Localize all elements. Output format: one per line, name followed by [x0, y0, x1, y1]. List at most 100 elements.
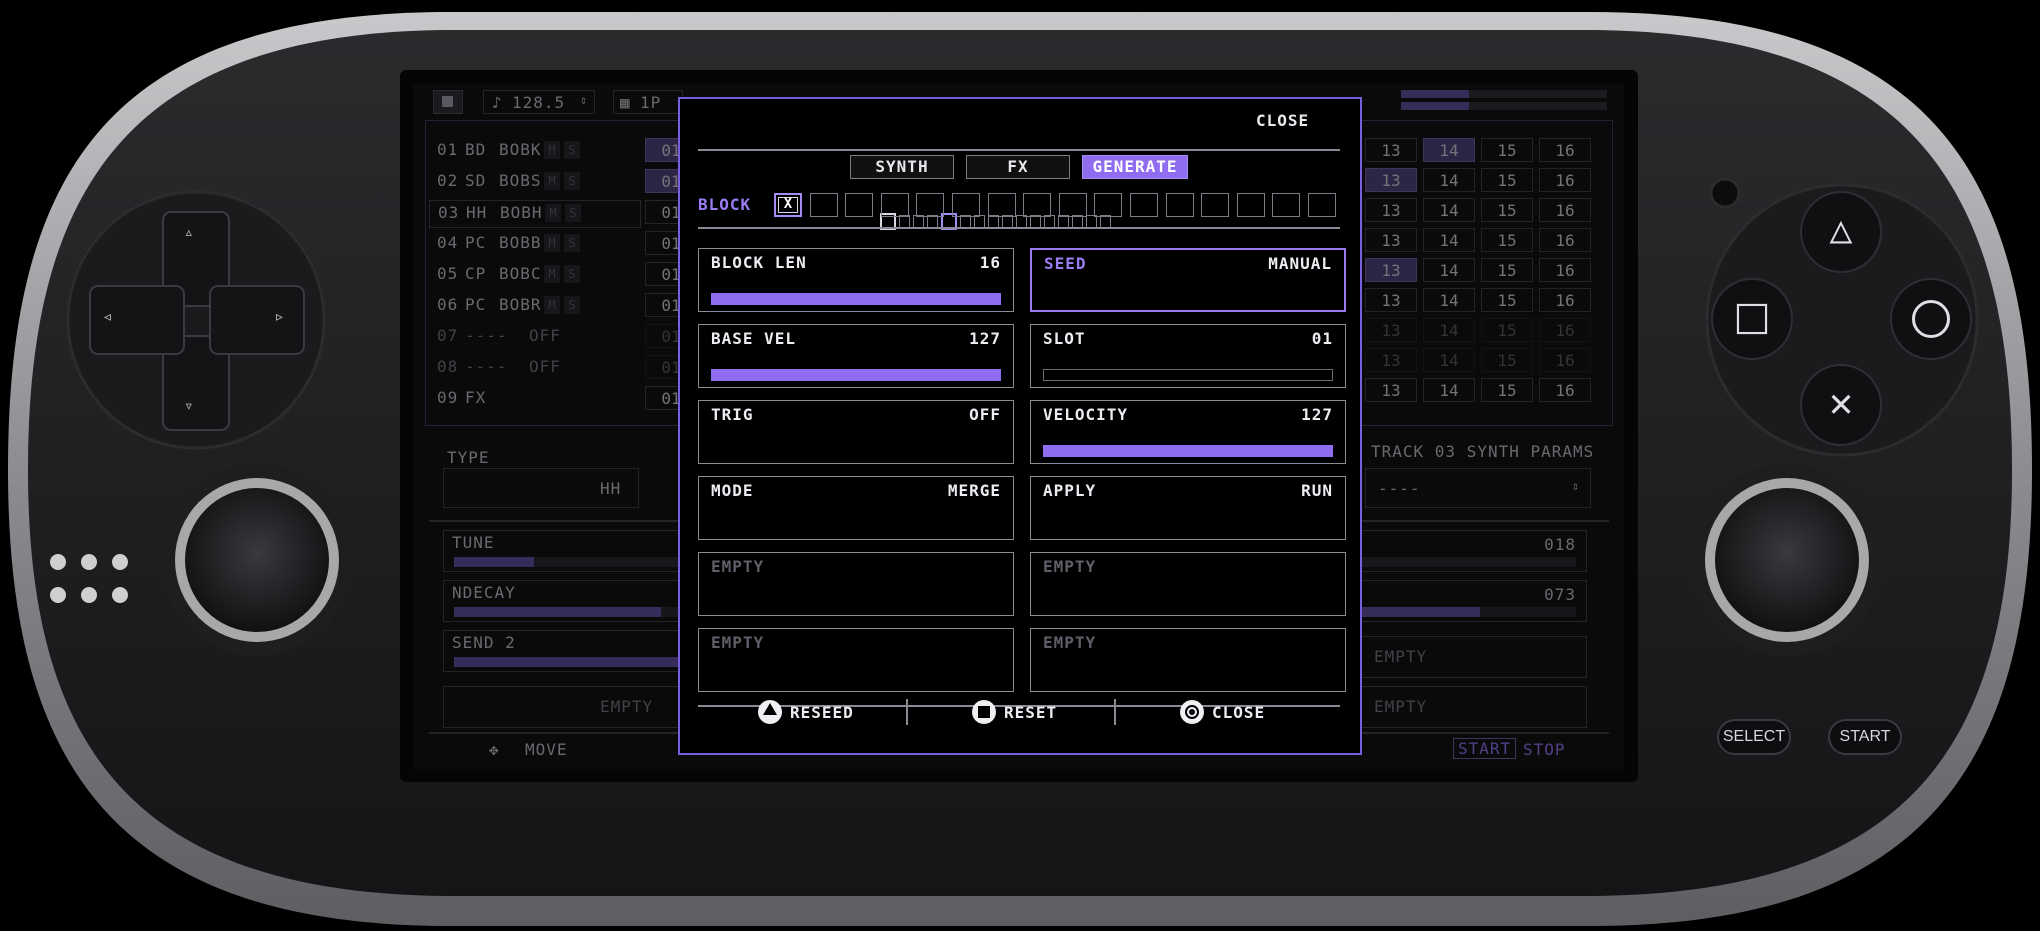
solo-button[interactable]: S	[564, 265, 580, 283]
step-cell[interactable]: 15	[1481, 198, 1533, 222]
step-cell[interactable]: 13	[1365, 288, 1417, 312]
param-apply[interactable]: APPLY RUN	[1030, 476, 1346, 540]
mute-button[interactable]: M	[544, 296, 560, 314]
step-cell[interactable]: 16	[1539, 288, 1591, 312]
tempo-field[interactable]: ♪ 128.5 ⇕	[483, 90, 595, 114]
params-selector[interactable]: ---- ⇕	[1365, 468, 1591, 508]
mute-button[interactable]: M	[544, 141, 560, 159]
block-slot[interactable]	[809, 193, 838, 217]
track-row[interactable]: 07 ---- OFF	[429, 324, 639, 350]
step-cell[interactable]: 14	[1423, 348, 1475, 372]
block-slot[interactable]	[1023, 193, 1052, 217]
dpad-left-icon[interactable]: ◃	[102, 306, 113, 327]
tab-synth[interactable]: SYNTH	[850, 155, 954, 179]
block-slot[interactable]	[1272, 193, 1301, 217]
param-slot[interactable]: SLOT 01	[1030, 324, 1346, 388]
step-cell[interactable]: 15	[1481, 258, 1533, 282]
block-slot[interactable]	[1165, 193, 1194, 217]
block-slot[interactable]	[916, 193, 945, 217]
step-cell[interactable]: 13	[1365, 378, 1417, 402]
step-cell[interactable]: 16	[1539, 198, 1591, 222]
reset-button[interactable]: RESET	[972, 699, 1057, 725]
param-slider[interactable]	[1043, 369, 1333, 381]
step-cell[interactable]: 15	[1481, 168, 1533, 192]
step-cell[interactable]: 16	[1539, 318, 1591, 342]
step-cell[interactable]: 15	[1481, 138, 1533, 162]
track-row[interactable]: 01 BD BOBK M S	[429, 138, 639, 164]
dpad-down-icon[interactable]: ▿	[184, 396, 194, 415]
step-cell[interactable]: 14	[1423, 318, 1475, 342]
step-cell[interactable]: 15	[1481, 318, 1533, 342]
solo-button[interactable]: S	[564, 172, 580, 190]
close-link[interactable]: CLOSE	[1256, 111, 1309, 130]
step-cell[interactable]: 14	[1423, 198, 1475, 222]
step-cell[interactable]: 13	[1365, 138, 1417, 162]
stop-label[interactable]: STOP	[1523, 740, 1566, 759]
track-row[interactable]: 08 ---- OFF	[429, 355, 639, 381]
mute-button[interactable]: M	[544, 265, 560, 283]
start-button[interactable]: START	[1829, 728, 1901, 746]
step-cell[interactable]: 15	[1481, 348, 1533, 372]
solo-button[interactable]: S	[564, 234, 580, 252]
dpad-up-icon[interactable]: ▵	[184, 222, 194, 241]
solo-button[interactable]: S	[564, 296, 580, 314]
track-row[interactable]: 05 CP BOBC M S	[429, 262, 639, 288]
track-row[interactable]: 09 FX	[429, 386, 639, 412]
start-label[interactable]: START	[1453, 738, 1517, 759]
block-slot[interactable]	[1308, 193, 1336, 217]
mute-button[interactable]: M	[544, 172, 560, 190]
block-slot[interactable]	[987, 193, 1016, 217]
cross-button-icon[interactable]: ✕	[1818, 380, 1864, 426]
param-mode[interactable]: MODE MERGE	[698, 476, 1014, 540]
step-cell[interactable]: 14	[1423, 228, 1475, 252]
close-button[interactable]: CLOSE	[1180, 699, 1265, 725]
step-cell[interactable]: 16	[1539, 138, 1591, 162]
step-cell[interactable]: 16	[1539, 228, 1591, 252]
block-slot[interactable]	[1236, 193, 1265, 217]
step-cell[interactable]: 13	[1365, 318, 1417, 342]
step-cell[interactable]: 16	[1539, 168, 1591, 192]
step-cell[interactable]: 13	[1365, 228, 1417, 252]
step-cell[interactable]: 14	[1423, 168, 1475, 192]
step-cell[interactable]: 14	[1423, 378, 1475, 402]
tab-fx[interactable]: FX	[966, 155, 1070, 179]
step-cell[interactable]: 13	[1365, 168, 1417, 192]
step-cell[interactable]: 13	[1365, 258, 1417, 282]
pattern-field[interactable]: ▦ 1P	[613, 90, 683, 114]
step-cell[interactable]: 16	[1539, 258, 1591, 282]
circle-button-icon[interactable]	[1912, 300, 1950, 338]
square-button-icon[interactable]	[1736, 303, 1768, 335]
track-row[interactable]: 04 PC BOBB M S	[429, 231, 639, 257]
param-base-vel[interactable]: BASE VEL 127	[698, 324, 1014, 388]
track-row[interactable]: 06 PC BOBR M S	[429, 293, 639, 319]
param-velocity[interactable]: VELOCITY 127	[1030, 400, 1346, 464]
reseed-button[interactable]: RESEED	[758, 699, 854, 725]
stop-button[interactable]	[433, 90, 463, 114]
select-button[interactable]: SELECT	[1718, 728, 1790, 746]
type-selector[interactable]: HH	[443, 468, 639, 508]
step-cell[interactable]: 14	[1423, 288, 1475, 312]
block-slot[interactable]: X	[774, 193, 802, 217]
param-trig[interactable]: TRIG OFF	[698, 400, 1014, 464]
step-cell[interactable]: 15	[1481, 228, 1533, 252]
block-slot[interactable]	[952, 193, 980, 217]
param-slider[interactable]	[711, 369, 1001, 381]
param-block-len[interactable]: BLOCK LEN 16	[698, 248, 1014, 312]
step-cell[interactable]: 13	[1365, 198, 1417, 222]
triangle-button-icon[interactable]: △	[1818, 206, 1864, 252]
block-slot[interactable]	[880, 193, 909, 217]
step-cell[interactable]: 14	[1423, 138, 1475, 162]
param-seed[interactable]: SEED MANUAL	[1030, 248, 1346, 312]
step-cell[interactable]: 14	[1423, 258, 1475, 282]
track-row[interactable]: 03 HH BOBH M S	[429, 200, 641, 228]
block-slot[interactable]	[1058, 193, 1087, 217]
step-cell[interactable]: 15	[1481, 378, 1533, 402]
mute-button[interactable]: M	[545, 204, 561, 222]
track-row[interactable]: 02 SD BOBS M S	[429, 169, 639, 195]
mute-button[interactable]: M	[544, 234, 560, 252]
block-slot[interactable]	[1094, 193, 1123, 217]
step-cell[interactable]: 13	[1365, 348, 1417, 372]
block-slot[interactable]	[1130, 193, 1158, 217]
step-cell[interactable]: 16	[1539, 378, 1591, 402]
dpad-right-icon[interactable]: ▹	[274, 306, 285, 327]
